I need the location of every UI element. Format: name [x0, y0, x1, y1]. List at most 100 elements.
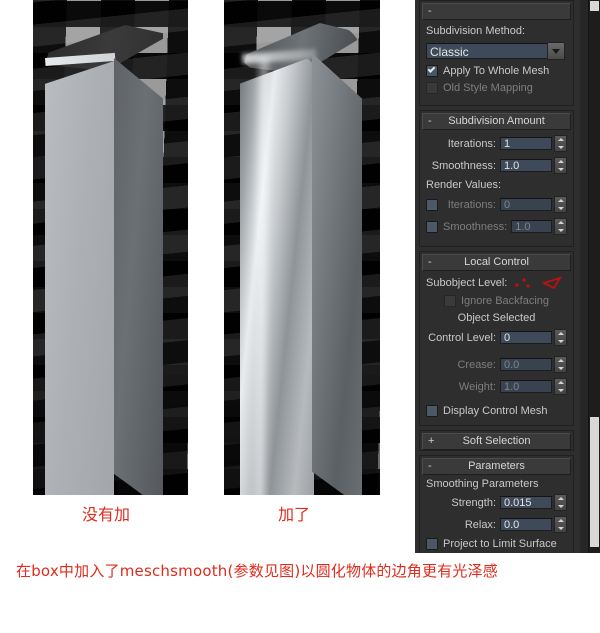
render-smoothness-spinner[interactable] — [554, 218, 567, 235]
rollout-local-control: - Local Control Subobject Level: Ignore … — [419, 251, 574, 426]
checkbox-display-control-mesh[interactable] — [426, 405, 438, 417]
render-iterations-spinner[interactable] — [554, 196, 567, 213]
project-to-limit-surface-row[interactable]: Project to Limit Surface — [426, 538, 567, 550]
render-smoothness-field[interactable]: 1.0 — [511, 220, 552, 233]
rollout-header-local-control[interactable]: - Local Control — [422, 254, 571, 271]
control-level-row: Control Level: 0 — [426, 329, 567, 346]
box-side-face — [114, 58, 163, 495]
rollout-title: Subdivision Amount — [448, 115, 545, 127]
box-side-face — [312, 53, 362, 495]
polygon-face-icon[interactable] — [542, 276, 564, 290]
rollout-toggle-icon[interactable]: - — [428, 4, 432, 19]
panel-gutter — [580, 0, 588, 553]
rollout-header-subdivision-amount[interactable]: - Subdivision Amount — [422, 113, 571, 130]
apply-to-whole-mesh-label: Apply To Whole Mesh — [443, 65, 550, 77]
rollout-title: Subdivision Method — [448, 5, 545, 17]
apply-to-whole-mesh-row[interactable]: Apply To Whole Mesh — [426, 65, 567, 77]
checkbox-render-smoothness[interactable] — [426, 220, 438, 233]
project-to-limit-surface-label: Project to Limit Surface — [443, 538, 557, 550]
strength-row: Strength: 0.015 — [426, 494, 567, 511]
rollout-parameters: - Parameters Smoothing Parameters Streng… — [419, 455, 574, 553]
rollout-soft-selection: + Soft Selection — [419, 430, 574, 451]
checkbox-ignore-backfacing[interactable] — [443, 295, 456, 307]
rollout-header-soft-selection[interactable]: + Soft Selection — [422, 433, 571, 450]
display-control-mesh-label: Display Control Mesh — [443, 405, 548, 417]
subobject-level-icons — [513, 276, 564, 290]
iterations-field[interactable]: 1 — [500, 137, 552, 150]
rollout-header-parameters[interactable]: - Parameters — [422, 458, 571, 475]
bottom-description-caption: 在box中加入了meschsmooth(参数见图)以圆化物体的边角更有光泽感 — [16, 562, 498, 580]
rollout-toggle-icon[interactable]: - — [428, 255, 432, 270]
control-level-spinner[interactable] — [554, 329, 567, 346]
smoothness-field[interactable]: 1.0 — [500, 159, 552, 172]
scrollbar-thumb[interactable] — [590, 417, 599, 547]
control-level-field[interactable]: 0 — [500, 331, 552, 344]
strength-label: Strength: — [451, 496, 496, 509]
smoothing-parameters-group-title: Smoothing Parameters — [426, 478, 539, 490]
render-values-label: Render Values: — [426, 179, 502, 191]
smoothness-label: Smoothness: — [431, 159, 496, 172]
checkbox-apply-to-whole-mesh[interactable] — [426, 65, 438, 77]
smoothness-row: Smoothness: 1.0 — [426, 157, 567, 174]
weight-row: Weight: 1.0 — [426, 378, 567, 395]
crease-spinner[interactable] — [554, 356, 567, 373]
object-selected-row: Object Selected — [426, 312, 567, 324]
ignore-backfacing-row[interactable]: Ignore Backfacing — [426, 295, 567, 307]
rollout-toggle-icon[interactable]: - — [428, 114, 432, 129]
chevron-down-icon[interactable] — [547, 42, 565, 60]
rollout-header-subdivision-method-cut[interactable]: - Subdivision Method — [422, 3, 571, 20]
rollout-toggle-icon[interactable]: - — [428, 459, 432, 474]
relax-row: Relax: 0.0 — [426, 516, 567, 533]
panel-scrollbar[interactable] — [588, 0, 600, 553]
old-style-mapping-row[interactable]: Old Style Mapping — [426, 82, 567, 94]
caption-without-meshsmooth: 没有加 — [82, 505, 131, 524]
iterations-label: Iterations: — [447, 137, 496, 150]
crease-field[interactable]: 0.0 — [500, 358, 552, 371]
vertex-icon[interactable] — [513, 276, 539, 290]
subobject-level-row: Subobject Level: — [426, 276, 567, 290]
render-iterations-row: Iterations: 0 — [426, 196, 567, 213]
render-iterations-label: Iterations: — [447, 198, 496, 211]
render-image-without-meshsmooth — [33, 0, 188, 495]
ignore-backfacing-label: Ignore Backfacing — [460, 295, 550, 307]
control-level-label: Control Level: — [428, 331, 496, 344]
rollout-title: Local Control — [464, 256, 529, 268]
old-style-mapping-label: Old Style Mapping — [443, 82, 533, 94]
render-iterations-field[interactable]: 0 — [500, 198, 552, 211]
weight-field[interactable]: 1.0 — [500, 380, 552, 393]
crease-label: Crease: — [457, 358, 496, 371]
subobject-level-label: Subobject Level: — [426, 277, 508, 289]
rollout-subdivision-method: - Subdivision Method Subdivision Method:… — [419, 0, 574, 106]
relax-spinner[interactable] — [554, 516, 567, 533]
sharp-edged-box — [45, 25, 163, 495]
subdivision-method-dropdown[interactable]: Classic — [426, 43, 548, 59]
strength-spinner[interactable] — [554, 494, 567, 511]
rollout-title: Soft Selection — [462, 435, 531, 447]
box-front-face — [240, 56, 314, 495]
render-values-row: Render Values: — [426, 179, 567, 191]
rollout-title: Parameters — [468, 460, 525, 472]
strength-field[interactable]: 0.015 — [500, 496, 552, 509]
subdivision-method-dropdown-row: Classic — [426, 42, 567, 60]
render-image-with-meshsmooth — [224, 0, 380, 495]
caption-with-meshsmooth: 加了 — [278, 505, 311, 524]
subdivision-method-label-row: Subdivision Method: — [426, 25, 567, 37]
iterations-spinner[interactable] — [554, 135, 567, 152]
checkbox-render-iterations[interactable] — [426, 198, 438, 211]
render-smoothness-row: Smoothness: 1.0 — [426, 218, 567, 235]
subdivision-method-label: Subdivision Method: — [426, 25, 526, 37]
object-selected-label: Object Selected — [457, 312, 536, 324]
box-front-face — [45, 61, 114, 495]
smoothness-spinner[interactable] — [554, 157, 567, 174]
iterations-row: Iterations: 1 — [426, 135, 567, 152]
relax-field[interactable]: 0.0 — [500, 518, 552, 531]
rollout-toggle-icon[interactable]: + — [428, 434, 434, 449]
checkbox-old-style-mapping[interactable] — [426, 82, 438, 94]
display-control-mesh-row[interactable]: Display Control Mesh — [426, 405, 567, 417]
weight-spinner[interactable] — [554, 378, 567, 395]
checkbox-project-to-limit-surface[interactable] — [426, 538, 438, 550]
scrollbar-top-marker[interactable] — [590, 1, 599, 11]
rollout-subdivision-amount: - Subdivision Amount Iterations: 1 Smoot… — [419, 110, 574, 247]
render-smoothness-label: Smoothness: — [443, 220, 508, 233]
crease-row: Crease: 0.0 — [426, 356, 567, 373]
